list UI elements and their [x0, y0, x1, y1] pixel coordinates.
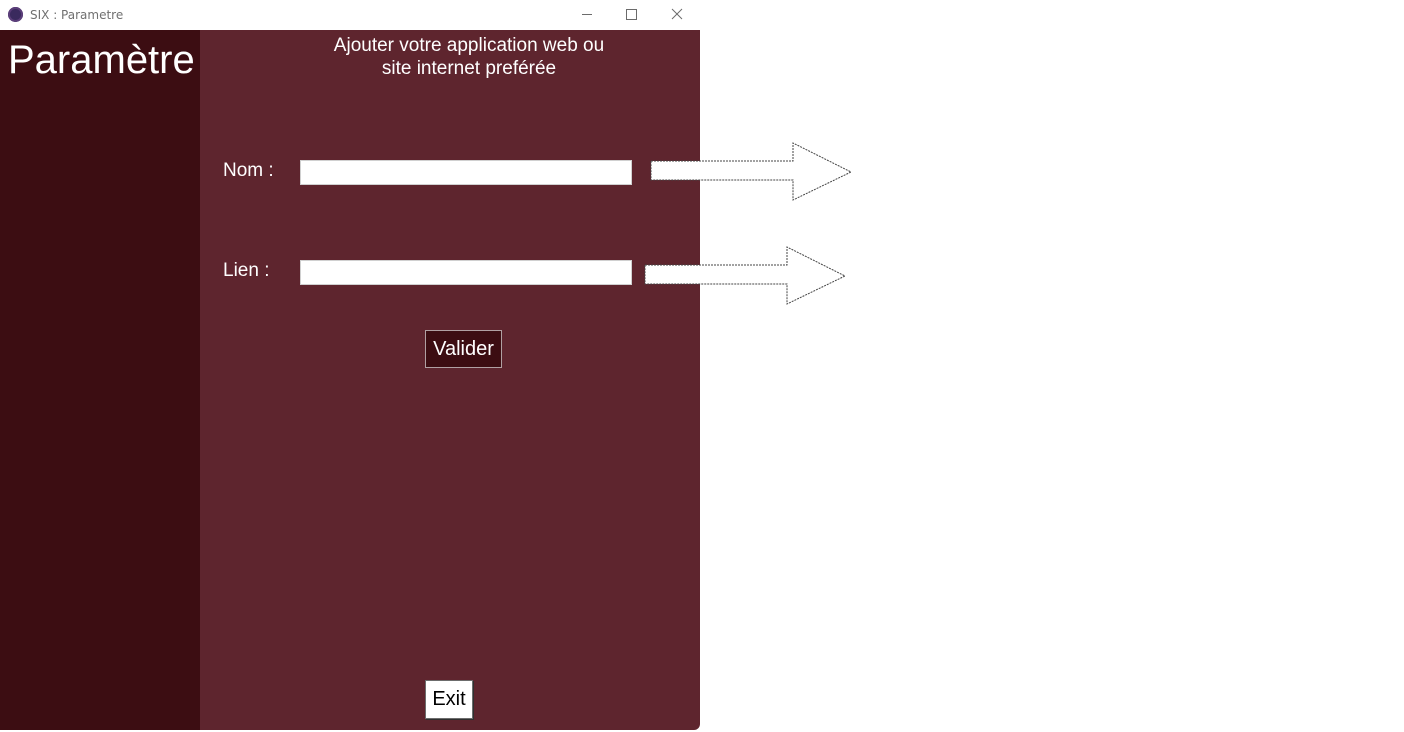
link-label: Lien :: [223, 260, 270, 281]
maximize-button[interactable]: [608, 0, 654, 30]
title-bar[interactable]: SIX : Parametre: [0, 0, 700, 30]
sidebar: Paramètre: [0, 30, 200, 730]
name-input[interactable]: [300, 160, 632, 185]
app-icon: [8, 7, 23, 22]
sidebar-title: Paramètre: [8, 38, 195, 82]
link-input[interactable]: [300, 260, 632, 285]
submit-button[interactable]: Valider: [425, 330, 502, 368]
main-panel: Ajouter votre application web ou site in…: [200, 30, 700, 730]
page-heading: Ajouter votre application web ou site in…: [200, 34, 738, 80]
app-window: SIX : Parametre Paramètre Ajouter votre …: [0, 0, 700, 730]
name-label: Nom :: [223, 160, 274, 181]
heading-line-1: Ajouter votre application web ou: [333, 35, 605, 56]
minimize-icon: [582, 14, 592, 15]
heading-line-2: site internet preférée: [381, 58, 557, 79]
right-arrow-icon: [650, 142, 853, 201]
close-button[interactable]: [654, 0, 700, 30]
maximize-icon: [626, 9, 637, 20]
right-arrow-icon: [644, 246, 847, 305]
close-icon: [671, 8, 683, 20]
window-title: SIX : Parametre: [30, 8, 124, 22]
exit-button[interactable]: Exit: [425, 680, 473, 719]
minimize-button[interactable]: [563, 0, 609, 30]
